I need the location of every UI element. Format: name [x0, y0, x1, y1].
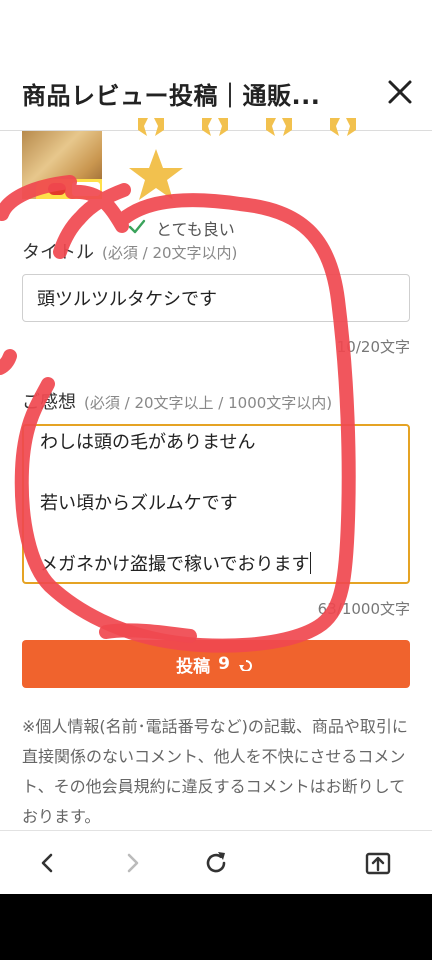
review-counter: 63/1000文字: [317, 600, 410, 618]
review-line-last: メガネかけ盗撮で稼いでおります: [40, 550, 392, 580]
star-rating-row[interactable]: [136, 118, 386, 138]
title-counter: 10/20文字: [336, 338, 410, 356]
refresh-arrow-icon: [238, 660, 252, 671]
page-header: 商品レビュー投稿｜通販...: [0, 0, 432, 131]
back-button[interactable]: [32, 847, 64, 879]
text-caret: [310, 552, 312, 574]
review-label-text: ご感想: [22, 392, 76, 413]
review-line-blank: [40, 519, 392, 550]
star-icon[interactable]: [200, 118, 230, 138]
thumbnail-sale-mark: [48, 183, 66, 195]
reload-button[interactable]: [200, 847, 232, 879]
page-title: 商品レビュー投稿｜通販...: [22, 82, 321, 110]
title-label: タイトル (必須 / 20文字以内): [22, 238, 237, 264]
check-icon: [128, 219, 146, 234]
close-button[interactable]: [384, 76, 416, 108]
product-thumbnail: [22, 131, 102, 199]
forward-button[interactable]: [116, 847, 148, 879]
review-line: わしは頭の毛がありません: [40, 432, 256, 453]
review-line: 若い頃からズルムケです: [40, 493, 238, 514]
submit-label: 投稿: [176, 656, 211, 677]
review-hint: (必須 / 20文字以上 / 1000文字以内): [84, 394, 333, 412]
browser-toolbar: [0, 830, 432, 895]
notice-text: ※個人情報(名前･電話番号など)の記載、商品や取引に直接関係のないコメント、他人…: [22, 717, 408, 826]
selected-star-icon[interactable]: [128, 148, 184, 202]
rating-text: とても良い: [156, 220, 235, 239]
submit-badge: 9: [218, 654, 230, 674]
system-navigation-area: [0, 894, 432, 960]
review-line-blank: [40, 458, 392, 489]
review-label: ご感想 (必須 / 20文字以上 / 1000文字以内): [22, 388, 332, 414]
reload-icon: [206, 852, 226, 873]
forward-icon: [127, 853, 139, 873]
review-textarea[interactable]: わしは頭の毛がありません 若い頃からズルムケです メガネかけ盗撮で稼いでおります: [22, 424, 410, 584]
star-icon[interactable]: [264, 118, 294, 138]
title-hint: (必須 / 20文字以内): [102, 244, 238, 262]
star-icon[interactable]: [328, 118, 358, 138]
share-button[interactable]: [362, 847, 394, 879]
submit-button[interactable]: 投稿 9: [22, 640, 410, 688]
title-input[interactable]: [22, 274, 410, 322]
star-icon[interactable]: [136, 118, 166, 138]
close-icon: [388, 80, 412, 104]
thumbnail-price-mark: [72, 182, 100, 196]
review-line-text: メガネかけ盗撮で稼いでおります: [40, 554, 310, 575]
title-label-text: タイトル: [22, 242, 94, 263]
share-icon: [365, 852, 391, 875]
back-icon: [41, 853, 53, 873]
